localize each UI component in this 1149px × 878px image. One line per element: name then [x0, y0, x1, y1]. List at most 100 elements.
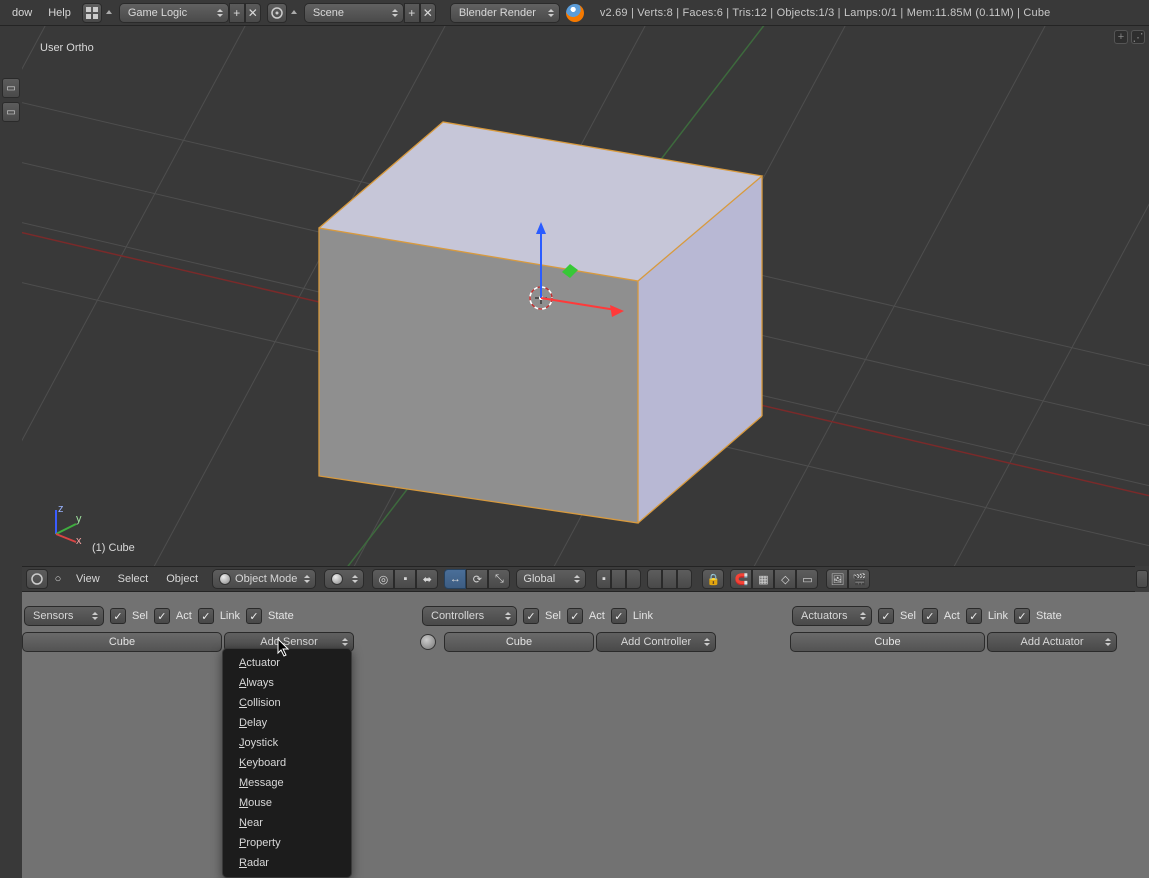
svg-text:x: x	[76, 535, 82, 544]
sensors-header: Sensors Sel Act Link State	[24, 606, 294, 626]
active-object-label: (1) Cube	[92, 542, 135, 554]
orientation-dropdown[interactable]: Global	[516, 569, 586, 589]
layers-1[interactable]: ▪	[596, 569, 641, 589]
svg-text:z: z	[58, 504, 64, 515]
menu-object[interactable]: Object	[158, 568, 206, 590]
pivot-cluster: ◎ ▪ ⬌	[372, 569, 438, 589]
snap-align-icon[interactable]: ▭	[796, 569, 818, 589]
3dview-header: ○ View Select Object Object Mode ◎ ▪ ⬌ ↔…	[22, 566, 1149, 592]
link-label: Link	[633, 610, 653, 622]
actuators-row: Cube Add Actuator	[790, 632, 1117, 652]
controllers-link-checkbox[interactable]	[611, 608, 627, 624]
pivot-point-icon[interactable]: ◎	[372, 569, 394, 589]
region-expand-icon[interactable]: +	[1114, 30, 1128, 44]
sensor-type-keyboard[interactable]: Keyboard	[223, 753, 351, 773]
menu-window[interactable]: dow	[4, 2, 40, 24]
render-engine-dropdown[interactable]: Blender Render	[450, 3, 560, 23]
sensor-type-delay[interactable]: Delay	[223, 713, 351, 733]
scene-browse[interactable]	[267, 3, 299, 23]
properties-editor-type[interactable]	[1135, 566, 1149, 592]
editor-type-icon[interactable]	[26, 569, 48, 589]
logic-editor: Sensors Sel Act Link State Cube Add Sens…	[22, 592, 1149, 878]
screen-layout-dropdown[interactable]: Game Logic	[119, 3, 229, 23]
add-actuator-dropdown[interactable]: Add Actuator	[987, 632, 1117, 652]
scene-add-button[interactable]: +	[404, 3, 420, 23]
menu-select[interactable]: Select	[110, 568, 157, 590]
sensors-act-checkbox[interactable]	[154, 608, 170, 624]
actuators-sel-checkbox[interactable]	[878, 608, 894, 624]
sel-label: Sel	[900, 610, 916, 622]
scene-dropdown[interactable]: Scene	[304, 3, 404, 23]
manip-type-cluster: ↔ ⟳ ⤡	[444, 569, 510, 589]
sensor-type-message[interactable]: Message	[223, 773, 351, 793]
region-splitter-icon[interactable]: ⋰	[1131, 30, 1145, 44]
render-anim-icon[interactable]: 🎬	[848, 569, 870, 589]
screen-add-button[interactable]: +	[229, 3, 245, 23]
controllers-sel-checkbox[interactable]	[523, 608, 539, 624]
render-engine-label: Blender Render	[459, 7, 536, 19]
sensors-object-box[interactable]: Cube	[22, 632, 222, 652]
scene-delete-button[interactable]: ✕	[420, 3, 436, 23]
state-label: State	[1036, 610, 1062, 622]
menu-view[interactable]: View	[68, 568, 108, 590]
viewport-scene	[22, 26, 1149, 566]
sensor-type-property[interactable]: Property	[223, 833, 351, 853]
sensor-type-always[interactable]: Always	[223, 673, 351, 693]
scene-label: Scene	[313, 7, 344, 19]
manipulator-toggle-icon[interactable]: ⬌	[416, 569, 438, 589]
sensor-type-actuator[interactable]: Actuator	[223, 653, 351, 673]
sensor-type-mouse[interactable]: Mouse	[223, 793, 351, 813]
actuators-dropdown[interactable]: Actuators	[792, 606, 872, 626]
sensor-type-joystick[interactable]: Joystick	[223, 733, 351, 753]
info-header: dow Help Game Logic + ✕ Scene + ✕ Blende…	[0, 0, 1149, 26]
sensor-type-near[interactable]: Near	[223, 813, 351, 833]
snap-cluster: 🧲 ▦ ◇ ▭	[730, 569, 818, 589]
manip-scale-icon[interactable]: ⤡	[488, 569, 510, 589]
3d-viewport[interactable]: User Ortho (1) Cube z y x + ⋰	[22, 26, 1149, 566]
axis-gizmo-icon: z y x	[46, 504, 86, 544]
add-controller-dropdown[interactable]: Add Controller	[596, 632, 716, 652]
collapse-menus-icon[interactable]: ○	[50, 569, 66, 589]
pivot-ind-icon[interactable]: ▪	[394, 569, 416, 589]
sensor-type-radar[interactable]: Radar	[223, 853, 351, 873]
sel-label: Sel	[132, 610, 148, 622]
manip-rotate-icon[interactable]: ⟳	[466, 569, 488, 589]
toolshelf-tab-icon[interactable]: ▭	[2, 78, 20, 98]
controllers-title: Controllers	[431, 610, 484, 622]
screen-layout-browse[interactable]	[82, 3, 114, 23]
actuators-object-box[interactable]: Cube	[790, 632, 985, 652]
sel-label: Sel	[545, 610, 561, 622]
snap-target-icon[interactable]: ◇	[774, 569, 796, 589]
snap-element-icon[interactable]: ▦	[752, 569, 774, 589]
blender-logo-icon	[566, 4, 584, 22]
controllers-act-checkbox[interactable]	[567, 608, 583, 624]
shading-dropdown[interactable]	[324, 569, 364, 589]
actuators-state-checkbox[interactable]	[1014, 608, 1030, 624]
mode-dropdown[interactable]: Object Mode	[212, 569, 316, 589]
link-label: Link	[988, 610, 1008, 622]
snap-toggle-icon[interactable]: 🧲	[730, 569, 752, 589]
toolshelf-tab-icon[interactable]: ▭	[2, 102, 20, 122]
render-image-icon[interactable]: 🖼	[826, 569, 848, 589]
state-label: State	[268, 610, 294, 622]
screen-delete-button[interactable]: ✕	[245, 3, 261, 23]
view-persp-label: User Ortho	[40, 42, 94, 54]
actuators-link-checkbox[interactable]	[966, 608, 982, 624]
menu-help[interactable]: Help	[40, 2, 79, 24]
actuators-act-checkbox[interactable]	[922, 608, 938, 624]
sensors-title: Sensors	[33, 610, 73, 622]
layers-2[interactable]	[647, 569, 692, 589]
actuators-header: Actuators Sel Act Link State	[792, 606, 1062, 626]
lock-camera-icon[interactable]: 🔒	[702, 569, 724, 589]
controllers-object-box[interactable]: Cube	[444, 632, 594, 652]
object-mode-icon	[219, 573, 231, 585]
sensors-sel-checkbox[interactable]	[110, 608, 126, 624]
controller-link-socket[interactable]	[420, 634, 436, 650]
sensors-state-checkbox[interactable]	[246, 608, 262, 624]
sensors-dropdown[interactable]: Sensors	[24, 606, 104, 626]
sensor-type-collision[interactable]: Collision	[223, 693, 351, 713]
render-cluster: 🖼 🎬	[826, 569, 870, 589]
controllers-dropdown[interactable]: Controllers	[422, 606, 517, 626]
manip-translate-icon[interactable]: ↔	[444, 569, 466, 589]
sensors-link-checkbox[interactable]	[198, 608, 214, 624]
